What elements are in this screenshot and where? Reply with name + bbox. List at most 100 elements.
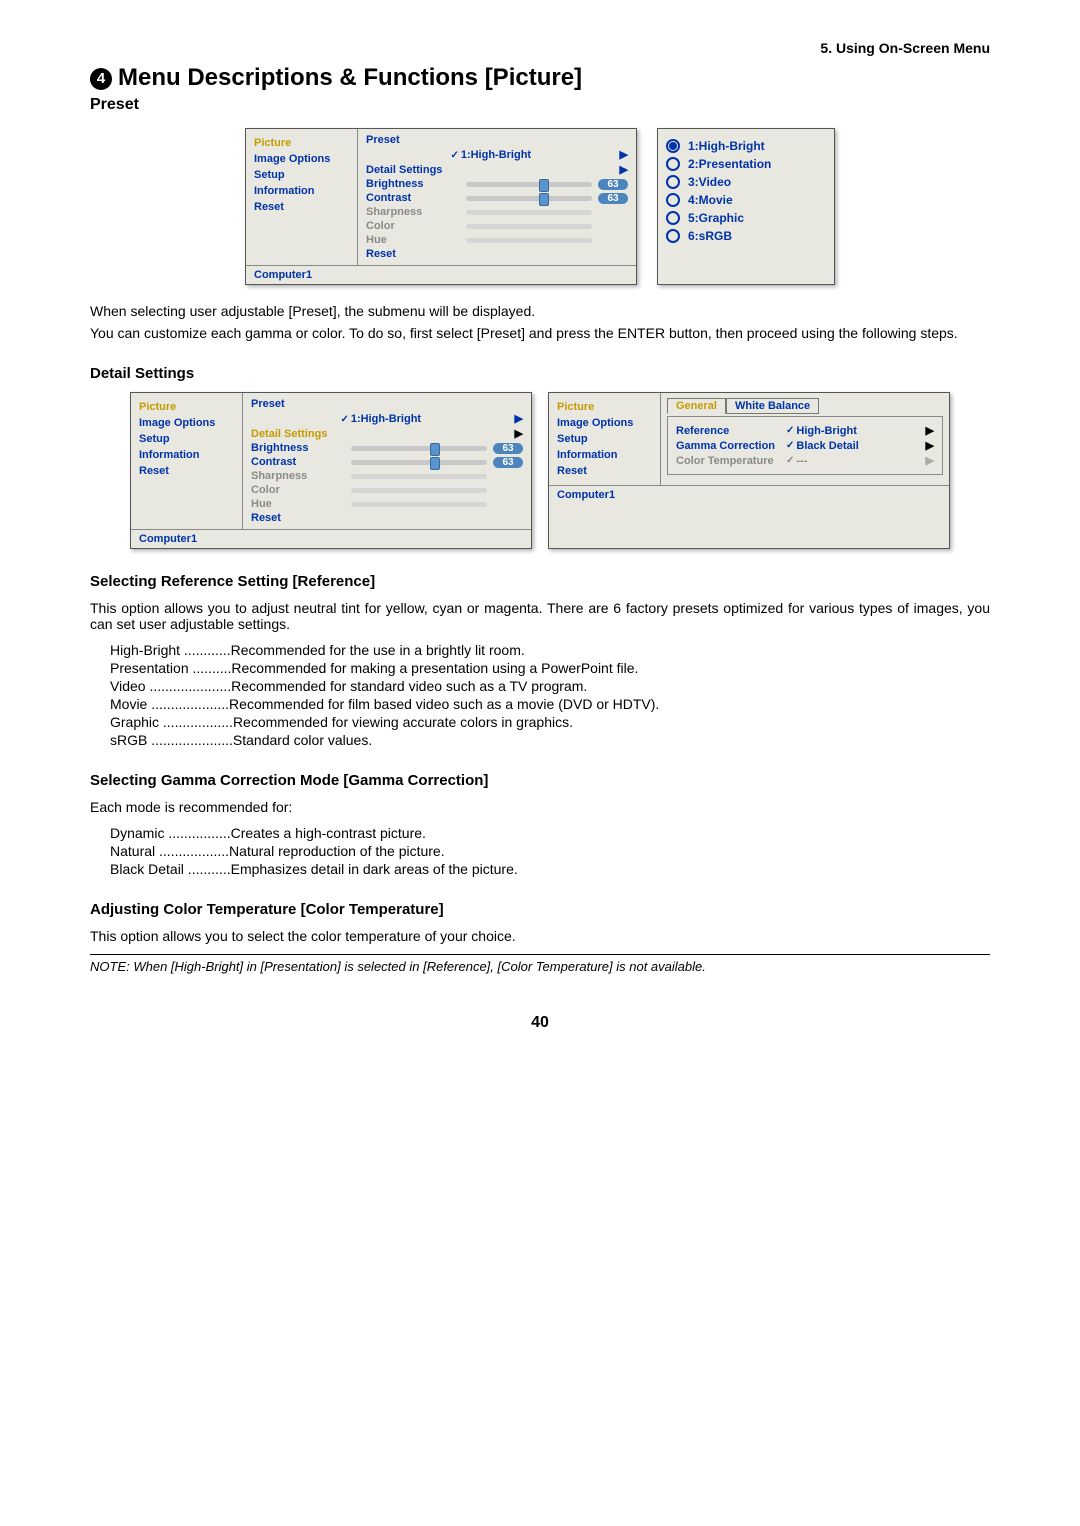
sidebar-item-information[interactable]: Information <box>555 447 654 463</box>
row-reference[interactable]: Reference ✓ High-Bright ▶ <box>674 423 936 438</box>
sidebar-item-setup[interactable]: Setup <box>137 431 236 447</box>
figure-preset-menu: Picture Image Options Setup Information … <box>90 128 990 285</box>
chevron-right-icon: ▶ <box>515 427 523 440</box>
sidebar-item-image-options[interactable]: Image Options <box>252 151 351 167</box>
brightness-slider[interactable]: 63 <box>466 179 628 190</box>
gamma-label: Gamma Correction <box>676 440 786 452</box>
sidebar-item-reset[interactable]: Reset <box>137 463 236 479</box>
row-preset[interactable]: Preset <box>249 397 525 411</box>
row-preset-value[interactable]: ✓1:High-Bright ▶ <box>249 411 525 426</box>
brightness-slider[interactable]: 63 <box>351 443 523 454</box>
color-label: Color <box>366 220 466 232</box>
def-graphic: Graphic .................. Recommended f… <box>110 714 990 730</box>
hue-slider <box>466 238 628 243</box>
row-brightness[interactable]: Brightness 63 <box>249 441 525 455</box>
row-hue: Hue <box>249 497 525 511</box>
color-slider <box>351 488 523 493</box>
detail-settings-label: Detail Settings <box>366 164 616 176</box>
brightness-label: Brightness <box>366 178 466 190</box>
radio-icon <box>666 139 680 153</box>
check-icon: ✓ <box>450 150 458 161</box>
title-number-badge: 4 <box>90 68 112 90</box>
osd-menu-3: Picture Image Options Setup Information … <box>548 392 950 549</box>
popup-item-movie[interactable]: 4:Movie <box>666 191 826 209</box>
osd-menu-1: Picture Image Options Setup Information … <box>245 128 637 285</box>
chapter-heading: 5. Using On-Screen Menu <box>90 40 990 56</box>
sidebar-item-image-options[interactable]: Image Options <box>555 415 654 431</box>
sidebar-item-picture[interactable]: Picture <box>137 399 236 415</box>
preset-value: 1:High-Bright <box>461 149 531 161</box>
def-video: Video ..................... Recommended … <box>110 678 990 694</box>
def-srgb: sRGB ..................... Standard colo… <box>110 732 990 748</box>
sidebar-item-picture[interactable]: Picture <box>555 399 654 415</box>
colortemp-label: Color Temperature <box>676 455 786 467</box>
colortemp-value: --- <box>796 455 921 467</box>
contrast-value: 63 <box>493 457 523 468</box>
gamma-heading: Selecting Gamma Correction Mode [Gamma C… <box>90 772 990 789</box>
row-color: Color <box>249 483 525 497</box>
popup-item-srgb[interactable]: 6:sRGB <box>666 227 826 245</box>
popup-item-high-bright[interactable]: 1:High-Bright <box>666 137 826 155</box>
tabs: General White Balance <box>667 397 943 413</box>
row-detail-settings[interactable]: Detail Settings ▶ <box>249 426 525 441</box>
contrast-slider[interactable]: 63 <box>351 457 523 468</box>
page-number: 40 <box>90 1014 990 1032</box>
osd-main-panel: General White Balance Reference ✓ High-B… <box>661 393 949 485</box>
row-detail-settings[interactable]: Detail Settings ▶ <box>364 162 630 177</box>
tab-general[interactable]: General <box>667 398 726 414</box>
row-brightness[interactable]: Brightness 63 <box>364 177 630 191</box>
detail-settings-heading: Detail Settings <box>90 365 990 382</box>
reference-heading: Selecting Reference Setting [Reference] <box>90 573 990 590</box>
row-reset[interactable]: Reset <box>364 247 630 261</box>
sidebar-item-picture[interactable]: Picture <box>252 135 351 151</box>
def-high-bright: High-Bright ............ Recommended for… <box>110 642 990 658</box>
osd-main-panel: Preset ✓1:High-Bright ▶ Detail Settings … <box>243 393 531 529</box>
row-preset[interactable]: Preset <box>364 133 630 147</box>
sidebar-item-setup[interactable]: Setup <box>555 431 654 447</box>
radio-icon <box>666 175 680 189</box>
tab-white-balance[interactable]: White Balance <box>726 398 819 414</box>
contrast-slider[interactable]: 63 <box>466 193 628 204</box>
hue-label: Hue <box>366 234 466 246</box>
brightness-label: Brightness <box>251 442 351 454</box>
color-temp-heading: Adjusting Color Temperature [Color Tempe… <box>90 901 990 918</box>
popup-item-presentation[interactable]: 2:Presentation <box>666 155 826 173</box>
row-gamma-correction[interactable]: Gamma Correction ✓ Black Detail ▶ <box>674 438 936 453</box>
radio-icon <box>666 157 680 171</box>
reference-definition-list: High-Bright ............ Recommended for… <box>110 642 990 748</box>
gamma-definition-list: Dynamic ................ Creates a high-… <box>110 825 990 877</box>
chevron-right-icon: ▶ <box>926 439 934 452</box>
paragraph: This option allows you to adjust neutral… <box>90 600 990 632</box>
paragraph: This option allows you to select the col… <box>90 928 990 944</box>
popup-item-video[interactable]: 3:Video <box>666 173 826 191</box>
sidebar-item-information[interactable]: Information <box>137 447 236 463</box>
figure-detail-settings: Picture Image Options Setup Information … <box>90 392 990 549</box>
row-color: Color <box>364 219 630 233</box>
sidebar-item-image-options[interactable]: Image Options <box>137 415 236 431</box>
sharpness-label: Sharpness <box>251 470 351 482</box>
osd-main-panel: Preset ✓1:High-Bright ▶ Detail Settings … <box>358 129 636 265</box>
row-contrast[interactable]: Contrast 63 <box>364 191 630 205</box>
chevron-right-icon: ▶ <box>620 148 628 161</box>
row-preset-value[interactable]: ✓1:High-Bright ▶ <box>364 147 630 162</box>
sidebar-item-setup[interactable]: Setup <box>252 167 351 183</box>
osd-status-bar: Computer1 <box>131 529 531 548</box>
check-icon: ✓ <box>786 425 794 436</box>
popup-item-graphic[interactable]: 5:Graphic <box>666 209 826 227</box>
sidebar-item-reset[interactable]: Reset <box>555 463 654 479</box>
chevron-right-icon: ▶ <box>926 424 934 437</box>
chevron-right-icon: ▶ <box>620 163 628 176</box>
row-reset[interactable]: Reset <box>249 511 525 525</box>
reset-label: Reset <box>366 248 466 260</box>
paragraph: When selecting user adjustable [Preset],… <box>90 303 990 319</box>
check-icon: ✓ <box>340 414 348 425</box>
sidebar-item-reset[interactable]: Reset <box>252 199 351 215</box>
section-title: 4Menu Descriptions & Functions [Picture] <box>90 64 990 92</box>
sidebar-item-information[interactable]: Information <box>252 183 351 199</box>
chevron-right-icon: ▶ <box>926 454 934 467</box>
reference-label: Reference <box>676 425 786 437</box>
contrast-label: Contrast <box>366 192 466 204</box>
def-presentation: Presentation .......... Recommended for … <box>110 660 990 676</box>
row-contrast[interactable]: Contrast 63 <box>249 455 525 469</box>
preset-subheading: Preset <box>90 96 990 114</box>
